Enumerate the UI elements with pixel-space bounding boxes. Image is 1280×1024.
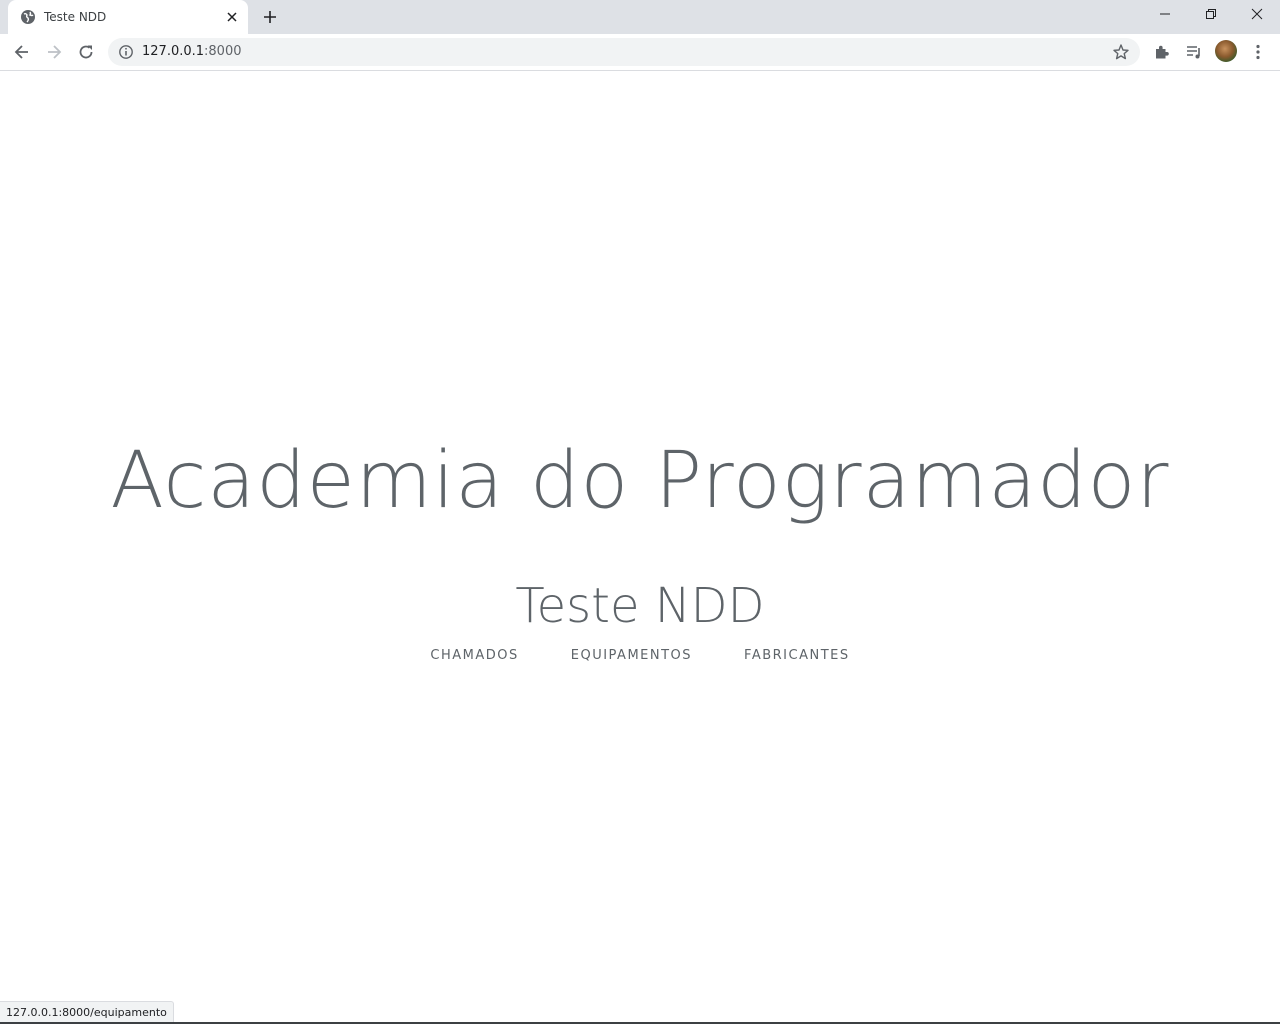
main-nav: CHAMADOS EQUIPAMENTOS FABRICANTES xyxy=(0,647,1280,665)
close-icon[interactable] xyxy=(1234,0,1280,30)
url-port: :8000 xyxy=(204,44,242,59)
page-content: Academia do Programador Teste NDD CHAMAD… xyxy=(0,71,1280,1024)
tab-title: Teste NDD xyxy=(44,10,107,24)
reload-icon[interactable] xyxy=(76,42,96,62)
toolbar: 127.0.0.1:8000 xyxy=(0,34,1280,71)
nav-link-chamados[interactable]: CHAMADOS xyxy=(430,647,518,665)
kebab-menu-icon[interactable] xyxy=(1248,42,1268,62)
browser-window: Teste NDD 127.0.0.1:8000 Academia do Pro… xyxy=(0,0,1280,1024)
tab-strip: Teste NDD xyxy=(0,0,1280,34)
tab-active[interactable]: Teste NDD xyxy=(8,0,248,34)
page-title: Academia do Programador xyxy=(110,436,1170,526)
status-bar-url: 127.0.0.1:8000/equipamento xyxy=(0,1001,174,1024)
close-icon[interactable] xyxy=(224,9,240,25)
address-bar[interactable]: 127.0.0.1:8000 xyxy=(108,38,1140,66)
star-icon[interactable] xyxy=(1112,43,1130,61)
arrow-left-icon[interactable] xyxy=(12,42,32,62)
page-subtitle: Teste NDD xyxy=(515,578,765,634)
minimize-icon[interactable] xyxy=(1142,0,1188,30)
nav-link-equipamentos[interactable]: EQUIPAMENTOS xyxy=(571,647,692,665)
playlist-icon[interactable] xyxy=(1184,42,1204,62)
globe-icon xyxy=(20,9,36,25)
restore-icon[interactable] xyxy=(1188,0,1234,30)
arrow-right-icon[interactable] xyxy=(44,42,64,62)
info-icon[interactable] xyxy=(118,44,134,60)
puzzle-icon[interactable] xyxy=(1152,42,1172,62)
url-text[interactable]: 127.0.0.1:8000 xyxy=(142,44,242,60)
plus-icon[interactable] xyxy=(260,7,280,27)
url-host: 127.0.0.1 xyxy=(142,44,205,59)
nav-link-fabricantes[interactable]: FABRICANTES xyxy=(744,647,850,665)
avatar[interactable] xyxy=(1215,40,1237,62)
